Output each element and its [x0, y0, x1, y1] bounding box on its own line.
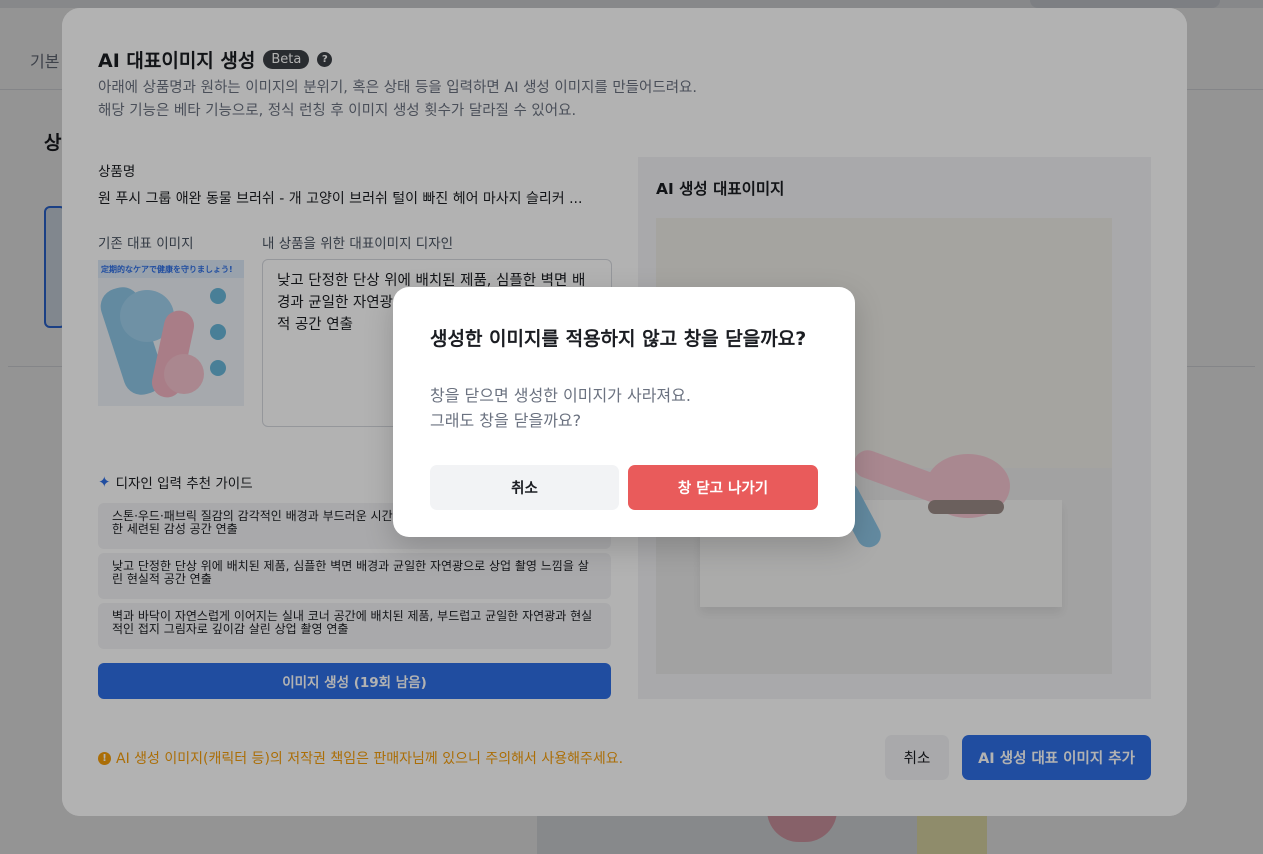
confirm-body-line2: 그래도 창을 닫을까요? [430, 411, 582, 430]
confirm-body: 창을 닫으면 생성한 이미지가 사라져요. 그래도 창을 닫을까요? [430, 383, 691, 433]
close-confirm-dialog: 생성한 이미지를 적용하지 않고 창을 닫을까요? 창을 닫으면 생성한 이미지… [393, 287, 855, 537]
confirm-cancel-button[interactable]: 취소 [430, 465, 619, 510]
confirm-title: 생성한 이미지를 적용하지 않고 창을 닫을까요? [430, 328, 807, 350]
confirm-body-line1: 창을 닫으면 생성한 이미지가 사라져요. [430, 386, 691, 405]
confirm-exit-button[interactable]: 창 닫고 나가기 [628, 465, 818, 510]
